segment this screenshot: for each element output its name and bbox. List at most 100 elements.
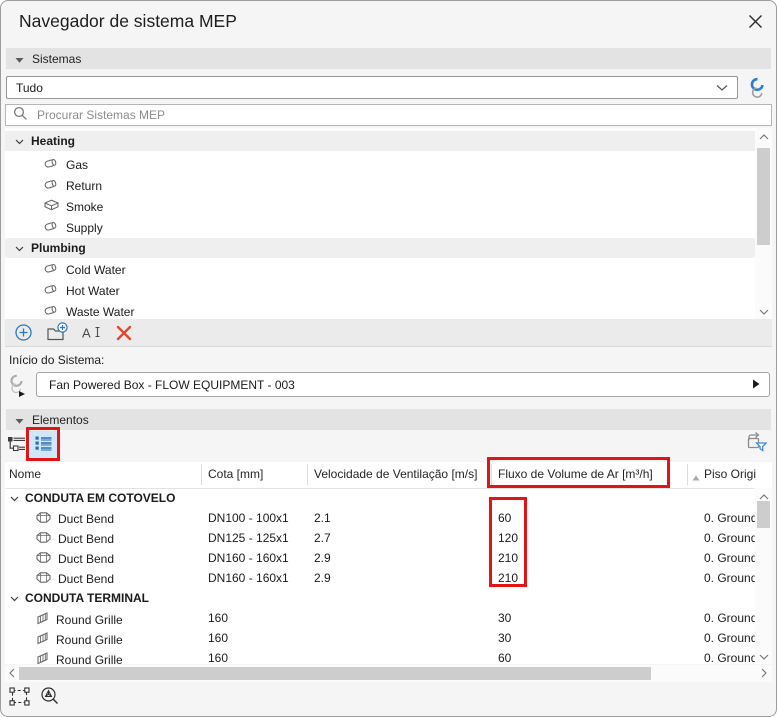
- row-name-label: Round Grille: [56, 653, 123, 664]
- scrollbar-thumb[interactable]: [757, 148, 770, 245]
- column-separator: [201, 464, 202, 485]
- section-header-elementos[interactable]: Elementos: [6, 409, 771, 430]
- duct-bend-icon: [35, 511, 52, 527]
- row-name-cell: Duct Bend: [35, 531, 114, 547]
- system-start-icon[interactable]: [6, 373, 30, 402]
- tree-item[interactable]: Hot Water: [43, 280, 120, 301]
- row-name-cell: Duct Bend: [35, 551, 114, 567]
- pipe-icon: [43, 282, 60, 299]
- duct-bend-icon: [35, 571, 52, 587]
- table-scrollbar[interactable]: [755, 488, 772, 664]
- row-velocidade-cell: 2.9: [314, 571, 331, 585]
- tree-item[interactable]: Gas: [43, 154, 88, 175]
- row-fluxo-cell: 120: [498, 531, 519, 545]
- column-header-label: Piso Origi: [704, 467, 757, 481]
- table-row[interactable]: Duct Bend DN100 - 100x1 2.1 60 0. Ground: [5, 508, 757, 528]
- column-header[interactable]: Piso Origi: [692, 467, 757, 481]
- row-fluxo-cell: 60: [498, 511, 512, 525]
- system-filter-dropdown[interactable]: Tudo: [6, 76, 738, 99]
- marquee-select-icon[interactable]: [9, 686, 30, 706]
- tree-item-label: Waste Water: [66, 304, 135, 319]
- row-piso-cell: 0. Ground: [704, 611, 758, 625]
- duct-bend-icon: [35, 531, 52, 547]
- scroll-down-icon[interactable]: [755, 648, 772, 664]
- row-fluxo-cell: 30: [498, 611, 512, 625]
- tree-item[interactable]: Supply: [43, 217, 103, 238]
- tree-view-icon[interactable]: [7, 435, 27, 455]
- row-name-cell: Round Grille: [35, 611, 123, 629]
- column-header[interactable]: Cota [mm]: [208, 467, 263, 481]
- column-header-label: Velocidade de Ventilação [m/s]: [314, 467, 478, 481]
- system-start-dropdown[interactable]: Fan Powered Box - FLOW EQUIPMENT - 003: [36, 372, 770, 397]
- table-row[interactable]: Round Grille 160 30 0. Ground: [5, 628, 757, 648]
- table-row[interactable]: Duct Bend DN160 - 160x1 2.9 210 0. Ground: [5, 568, 758, 588]
- tree-item-label: Gas: [66, 157, 89, 172]
- pipe-icon: [43, 156, 60, 173]
- zoom-object-icon[interactable]: [40, 686, 60, 706]
- element-filter-icon[interactable]: [745, 431, 769, 457]
- row-name-label: Duct Bend: [58, 552, 115, 566]
- close-icon[interactable]: [748, 14, 763, 32]
- svg-text:A: A: [82, 326, 91, 341]
- row-fluxo-cell: 210: [498, 571, 519, 585]
- row-fluxo-cell: 60: [498, 651, 512, 664]
- tree-item-label: Return: [66, 178, 103, 193]
- tree-item-label: Cold Water: [66, 262, 126, 277]
- section-label: Elementos: [32, 412, 89, 427]
- row-name-label: Duct Bend: [58, 512, 115, 526]
- round-grille-icon: [35, 651, 50, 664]
- tree-item[interactable]: Cold Water: [43, 259, 126, 280]
- scroll-up-icon[interactable]: [755, 128, 772, 144]
- column-header[interactable]: Nome: [9, 467, 41, 481]
- horizontal-scrollbar[interactable]: [5, 665, 772, 682]
- scrollbar-thumb[interactable]: [19, 667, 651, 680]
- column-header-label: Fluxo de Volume de Ar [m³/h]: [498, 467, 653, 481]
- add-icon[interactable]: [14, 323, 33, 342]
- system-start-label: Início do Sistema:: [9, 353, 105, 367]
- table-header-row: Nome Cota [mm] Velocidade de Ventilação [m…: [5, 462, 757, 489]
- table-row[interactable]: Duct Bend DN125 - 125x1 2.7 120 0. Ground: [5, 528, 757, 548]
- column-header-label: Nome: [9, 467, 42, 481]
- tree-group-label: Heating: [31, 134, 76, 148]
- duct-bend-icon: [35, 551, 52, 567]
- tree-item[interactable]: Return: [43, 175, 102, 196]
- search-field[interactable]: [5, 104, 772, 126]
- delete-icon[interactable]: [116, 325, 132, 341]
- scroll-down-icon[interactable]: [755, 303, 772, 319]
- scroll-right-icon[interactable]: [757, 665, 771, 682]
- row-piso-cell: 0. Ground: [704, 651, 758, 664]
- search-input[interactable]: [35, 107, 639, 123]
- mep-system-icon[interactable]: [747, 75, 771, 102]
- scroll-left-icon[interactable]: [5, 665, 19, 682]
- row-piso-cell: 0. Ground: [704, 551, 758, 565]
- row-velocidade-cell: 2.7: [314, 531, 331, 545]
- new-folder-icon[interactable]: [46, 322, 69, 343]
- table-group-row[interactable]: CONDUTA EM COTOVELO: [5, 488, 755, 508]
- tree-group-label: Plumbing: [31, 241, 86, 255]
- sort-ascending-icon: [692, 470, 700, 484]
- tree-group-heating[interactable]: Heating: [5, 131, 755, 151]
- column-header[interactable]: Fluxo de Volume de Ar [m³/h]: [498, 467, 653, 481]
- table-group-row[interactable]: CONDUTA TERMINAL: [5, 588, 755, 608]
- tree-scrollbar[interactable]: [755, 128, 772, 319]
- row-piso-cell: 0. Ground: [704, 571, 758, 585]
- rename-icon[interactable]: A: [82, 324, 103, 341]
- list-view-icon[interactable]: [30, 431, 57, 458]
- systems-toolbar: A: [5, 319, 772, 347]
- table-row[interactable]: Round Grille 160 60 0. Ground: [5, 648, 758, 664]
- tree-item[interactable]: Smoke: [43, 196, 103, 217]
- row-name-cell: Duct Bend: [35, 511, 114, 527]
- row-cota-cell: DN160 - 160x1: [208, 571, 289, 585]
- tree-item[interactable]: Waste Water: [43, 301, 134, 319]
- row-cota-cell: DN125 - 125x1: [208, 531, 289, 545]
- section-header-sistemas[interactable]: Sistemas: [6, 48, 771, 69]
- row-name-label: Round Grille: [56, 613, 123, 627]
- column-header[interactable]: Velocidade de Ventilação [m/s]: [314, 467, 477, 481]
- table-row[interactable]: Round Grille 160 30 0. Ground: [5, 608, 758, 629]
- row-cota-cell: 160: [208, 611, 229, 625]
- tree-group-plumbing[interactable]: Plumbing: [5, 238, 755, 258]
- table-row[interactable]: Duct Bend DN160 - 160x1 2.9 210 0. Ground: [5, 548, 758, 568]
- scrollbar-thumb[interactable]: [757, 501, 770, 528]
- bottom-toolbar: [9, 686, 60, 706]
- system-start-value: Fan Powered Box - FLOW EQUIPMENT - 003: [49, 377, 295, 392]
